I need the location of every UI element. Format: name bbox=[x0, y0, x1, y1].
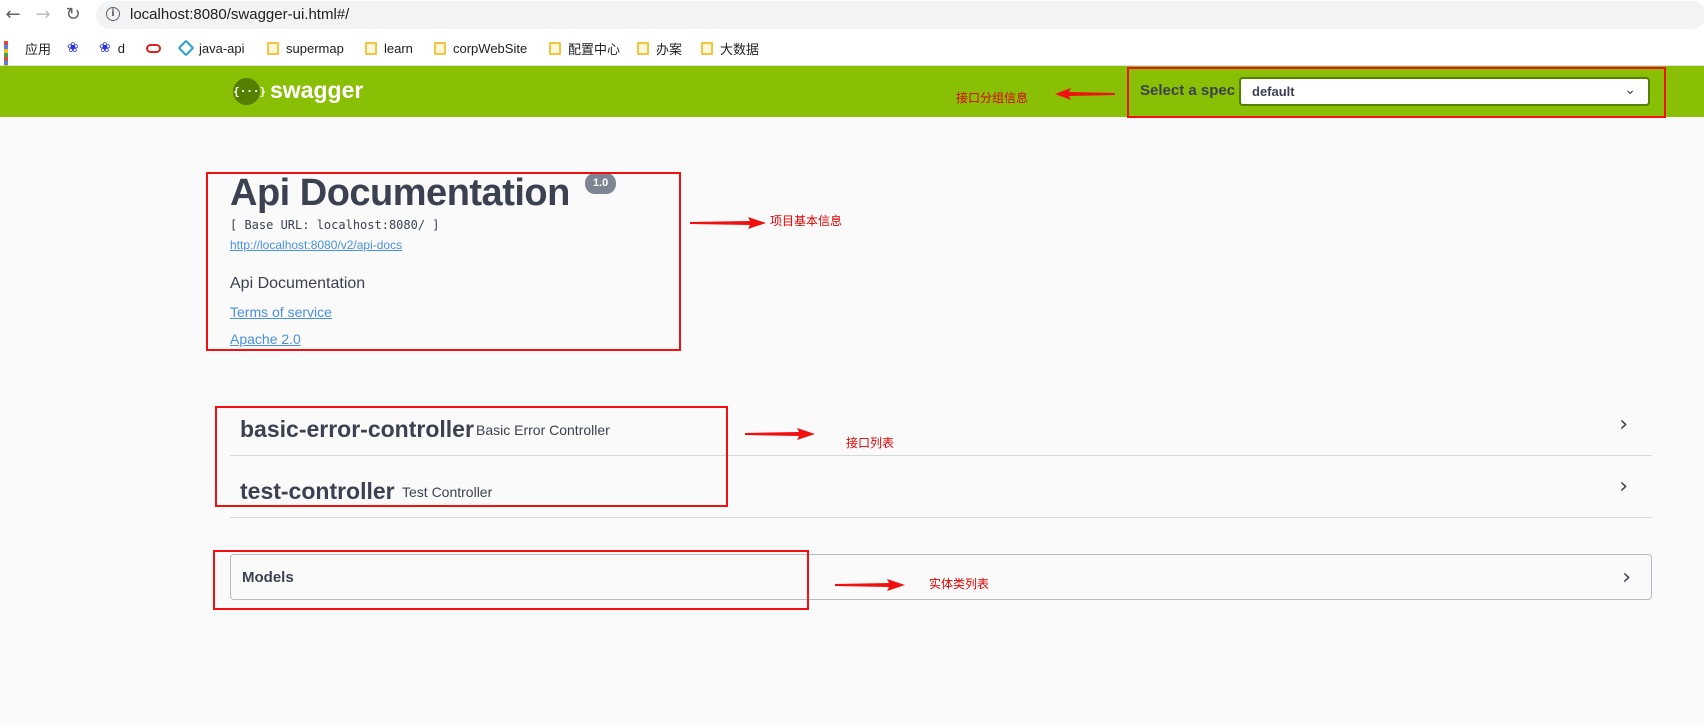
bookmark-baidu[interactable]: ❀ bbox=[67, 39, 86, 57]
apps-grid-icon bbox=[4, 41, 18, 77]
annotation-box-info bbox=[206, 172, 681, 351]
chevron-right-icon[interactable]: › bbox=[1619, 474, 1628, 499]
annotation-arrow-left-icon bbox=[1055, 88, 1115, 100]
reload-icon[interactable]: ↻ bbox=[62, 4, 84, 26]
bookmark-red[interactable] bbox=[146, 39, 168, 57]
folder-icon bbox=[549, 41, 561, 55]
annotation-group-info: 接口分组信息 bbox=[956, 91, 1029, 105]
bookmark-java-api[interactable]: java-api bbox=[177, 39, 245, 57]
baidu-paw-icon: ❀ bbox=[99, 40, 111, 56]
swagger-logo-icon[interactable]: {···} bbox=[233, 78, 266, 105]
bookmark-learn[interactable]: learn bbox=[365, 39, 413, 57]
swagger-logo-text[interactable]: swagger bbox=[270, 77, 363, 104]
bookmarks-bar: 应用 ❀ ❀ d java-api supermap learn corpWeb… bbox=[0, 30, 1704, 77]
chevron-right-icon[interactable]: › bbox=[1622, 565, 1631, 590]
annotation-api-list: 接口列表 bbox=[846, 436, 895, 450]
folder-icon bbox=[365, 41, 377, 55]
red-oval-icon bbox=[146, 43, 161, 53]
folder-icon bbox=[267, 41, 279, 55]
forward-arrow-icon[interactable]: → bbox=[32, 4, 54, 26]
bookmark-config-center[interactable]: 配置中心 bbox=[549, 39, 620, 57]
bookmark-d[interactable]: ❀ d bbox=[99, 39, 125, 57]
annotation-arrow-right-icon bbox=[690, 217, 766, 229]
bookmark-big-data[interactable]: 大数据 bbox=[701, 39, 759, 57]
url-input[interactable]: i localhost:8080/swagger-ui.html#/ bbox=[96, 1, 1704, 29]
bookmark-apps[interactable]: 应用 bbox=[4, 39, 51, 77]
chevron-right-icon[interactable]: › bbox=[1619, 412, 1628, 437]
folder-icon bbox=[701, 41, 713, 55]
annotation-box-spec bbox=[1127, 67, 1666, 118]
bookmark-corpwebsite[interactable]: corpWebSite bbox=[434, 39, 527, 57]
folder-icon bbox=[637, 41, 649, 55]
folder-icon bbox=[434, 41, 446, 55]
url-text: localhost:8080/swagger-ui.html#/ bbox=[130, 6, 350, 23]
annotation-arrow-right-icon bbox=[835, 579, 905, 591]
bookmark-supermap[interactable]: supermap bbox=[267, 39, 344, 57]
diamond-icon bbox=[177, 39, 195, 57]
bookmark-case[interactable]: 办案 bbox=[637, 39, 682, 57]
annotation-project-info: 项目基本信息 bbox=[770, 214, 843, 228]
back-arrow-icon[interactable]: ← bbox=[2, 4, 24, 26]
browser-address-bar: ← → ↻ i localhost:8080/swagger-ui.html#/ bbox=[0, 0, 1704, 30]
annotation-box-models bbox=[213, 550, 809, 610]
annotation-box-tags bbox=[215, 406, 728, 507]
annotation-entity-list: 实体类列表 bbox=[929, 577, 990, 591]
baidu-paw-icon: ❀ bbox=[67, 40, 79, 56]
site-info-icon[interactable]: i bbox=[106, 7, 120, 21]
annotation-arrow-right-icon bbox=[745, 428, 815, 440]
